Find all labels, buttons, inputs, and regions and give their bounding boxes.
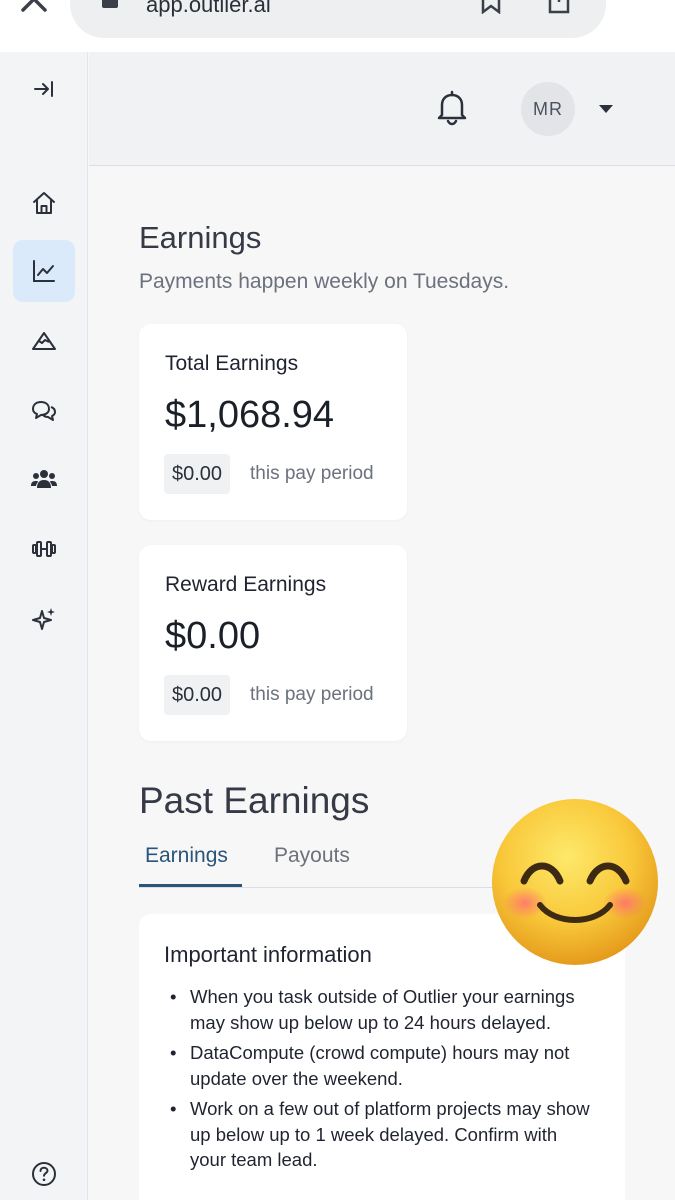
sidebar-item-home[interactable]: [13, 172, 75, 234]
period-text: this pay period: [250, 463, 374, 484]
address-bar[interactable]: app.outlier.ai: [70, 0, 606, 38]
bookmark-icon[interactable]: [480, 0, 502, 14]
help-circle-icon[interactable]: [31, 1161, 57, 1187]
users-icon: [31, 470, 57, 488]
period-amount-badge: $0.00: [164, 454, 231, 494]
card-amount: $0.00: [165, 615, 261, 657]
period-text: this pay period: [250, 684, 374, 705]
past-earnings-title: Past Earnings: [139, 780, 370, 821]
more-icon[interactable]: [624, 0, 660, 4]
sidebar-item-community[interactable]: [13, 380, 75, 442]
page-title: Earnings: [139, 220, 262, 255]
mountain-icon: [32, 332, 56, 350]
caret-down-icon[interactable]: [598, 104, 614, 114]
sparkles-icon: [32, 608, 55, 630]
lock-icon: [102, 0, 118, 8]
sidebar: [0, 52, 88, 1200]
sidebar-item-training[interactable]: [13, 518, 75, 580]
sidebar-item-ai[interactable]: [13, 588, 75, 650]
card-label: Reward Earnings: [165, 573, 327, 596]
tab-earnings[interactable]: Earnings: [145, 844, 228, 868]
card-amount: $1,068.94: [165, 394, 335, 436]
sidebar-item-projects[interactable]: [13, 310, 75, 372]
close-icon[interactable]: [18, 0, 52, 16]
smiling-face-emoji-icon: [492, 799, 658, 965]
reward-earnings-card: Reward Earnings $0.00 $0.00 this pay per…: [139, 545, 407, 741]
chart-line-icon: [33, 260, 55, 282]
sidebar-item-teams[interactable]: [13, 448, 75, 510]
home-icon: [33, 192, 55, 214]
tab-payouts[interactable]: Payouts: [274, 844, 350, 868]
list-item: Work on a few out of platform projects m…: [170, 1096, 590, 1173]
list-item: When you task outside of Outlier your ea…: [170, 984, 590, 1035]
url-text: app.outlier.ai: [146, 0, 271, 17]
sidebar-collapse-button[interactable]: [13, 58, 75, 120]
collapse-right-icon: [34, 81, 53, 97]
share-icon[interactable]: [546, 0, 572, 16]
list-item: DataCompute (crowd compute) hours may no…: [170, 1040, 590, 1091]
bell-icon[interactable]: [435, 90, 469, 126]
chat-bubbles-icon: [32, 401, 56, 421]
card-label: Total Earnings: [165, 352, 299, 375]
dumbbell-icon: [32, 541, 56, 557]
info-list: When you task outside of Outlier your ea…: [170, 984, 590, 1178]
period-amount-badge: $0.00: [164, 675, 231, 715]
avatar[interactable]: MR: [521, 82, 575, 136]
active-tab-indicator: [139, 884, 242, 887]
top-header: MR: [89, 52, 675, 166]
info-title: Important information: [164, 942, 372, 967]
browser-toolbar: app.outlier.ai: [0, 0, 675, 52]
sidebar-item-earnings[interactable]: [13, 240, 75, 302]
total-earnings-card: Total Earnings $1,068.94 $0.00 this pay …: [139, 324, 407, 520]
page-subtitle: Payments happen weekly on Tuesdays.: [139, 270, 510, 293]
